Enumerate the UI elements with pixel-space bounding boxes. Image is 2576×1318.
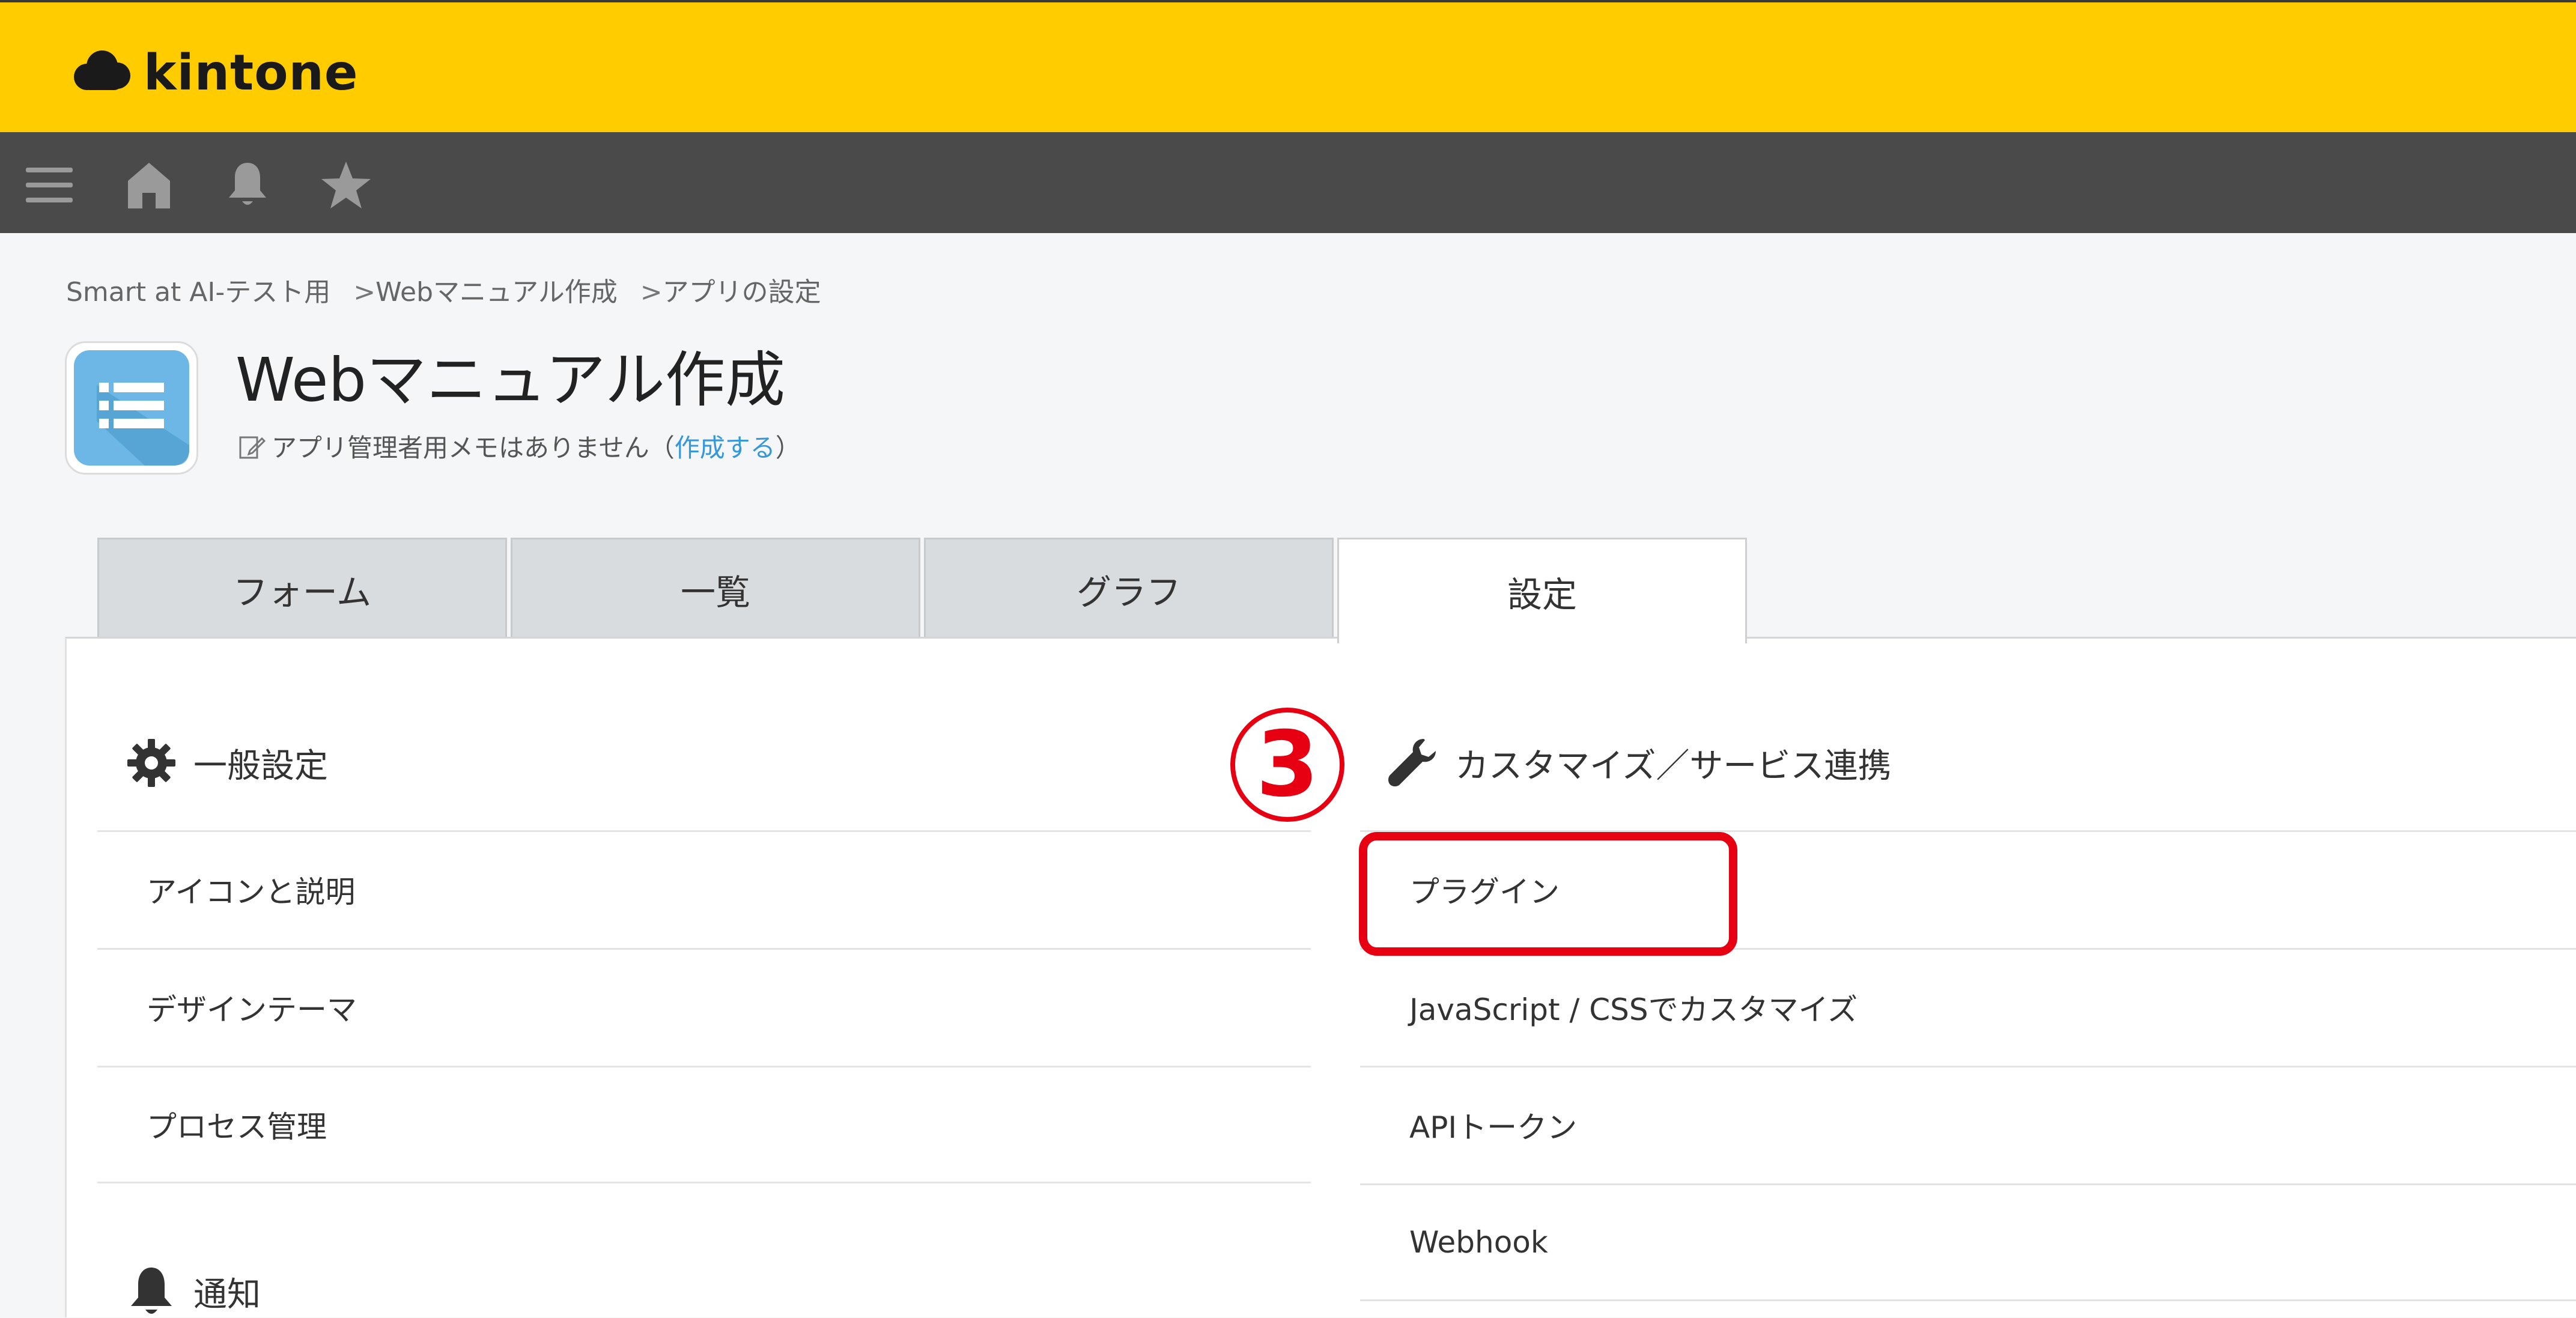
settings-tabs: フォーム 一覧 グラフ 設定 [97, 538, 1749, 643]
create-memo-link[interactable]: 作成する [675, 428, 776, 464]
step-number: 3 [1256, 712, 1319, 817]
top-header: kintone [0, 0, 2576, 132]
kintone-logo[interactable]: kintone [69, 40, 359, 106]
bell-icon[interactable] [219, 156, 276, 214]
settings-item-process-management[interactable]: プロセス管理 [97, 1066, 1311, 1183]
star-icon[interactable] [317, 156, 375, 214]
global-navbar [0, 132, 2576, 233]
breadcrumb: Smart at AI-テスト用 >Webマニュアル作成 >アプリの設定 [66, 270, 821, 309]
memo-close-paren: ） [775, 433, 801, 463]
settings-item-js-css-customize[interactable]: JavaScript / CSSでカスタマイズ [1360, 948, 2576, 1064]
cloud-logo-icon [74, 50, 130, 90]
app-memo: アプリ管理者用メモはありません（ 作成する） [238, 428, 801, 464]
app-icon [65, 341, 198, 475]
settings-item-design-theme[interactable]: デザインテーマ [97, 948, 1311, 1064]
settings-item-api-token[interactable]: APIトークン [1360, 1066, 2576, 1182]
notification-title: 通知 [193, 1275, 261, 1314]
tab-label: グラフ [1076, 571, 1181, 613]
item-label: Webhook [1409, 1225, 1548, 1260]
general-settings-title: 一般設定 [193, 746, 328, 786]
customize-title: カスタマイズ／サービス連携 [1455, 746, 1892, 786]
breadcrumb-item-space[interactable]: Smart at AI-テスト用 [66, 277, 330, 308]
item-label: APIトークン [1409, 1110, 1578, 1145]
general-settings-heading: 一般設定 [125, 736, 328, 789]
bell-icon [131, 1268, 172, 1314]
breadcrumb-item-settings: アプリの設定 [662, 277, 821, 308]
wrench-icon [1388, 739, 1436, 786]
tab-label: 一覧 [680, 571, 750, 613]
menu-icon[interactable] [20, 156, 78, 214]
item-label: プロセス管理 [147, 1110, 327, 1144]
logo-text: kintone [144, 44, 359, 102]
settings-item-webhook[interactable]: Webhook [1360, 1183, 2576, 1301]
notification-heading: 通知 [125, 1265, 261, 1318]
settings-item-icon-description[interactable]: アイコンと説明 [97, 830, 1311, 947]
home-icon[interactable] [120, 156, 178, 214]
item-label: デザインテーマ [147, 992, 357, 1027]
tab-graph[interactable]: グラフ [924, 538, 1334, 639]
edit-memo-icon [239, 436, 266, 458]
customize-heading: カスタマイズ／サービス連携 [1387, 736, 1891, 789]
item-label: アイコンと説明 [147, 874, 356, 910]
tab-settings[interactable]: 設定 [1337, 538, 1747, 643]
breadcrumb-item-app[interactable]: Webマニュアル作成 [375, 277, 618, 308]
tab-label: フォーム [232, 571, 372, 613]
item-label: JavaScript / CSSでカスタマイズ [1409, 992, 1858, 1027]
tab-list[interactable]: 一覧 [511, 538, 920, 639]
list-app-icon [74, 350, 189, 466]
tab-form[interactable]: フォーム [97, 538, 507, 639]
tab-label: 設定 [1507, 574, 1577, 615]
settings-item-plugin[interactable]: プラグイン [1360, 830, 2576, 947]
gear-icon [127, 739, 175, 787]
item-label: プラグイン [1409, 874, 1560, 910]
memo-text: アプリ管理者用メモはありません（ [272, 433, 675, 463]
step-number-badge: 3 [1230, 708, 1344, 822]
breadcrumb-separator: > [640, 277, 663, 308]
breadcrumb-separator: > [353, 277, 376, 308]
page-title: Webマニュアル作成 [235, 345, 786, 415]
